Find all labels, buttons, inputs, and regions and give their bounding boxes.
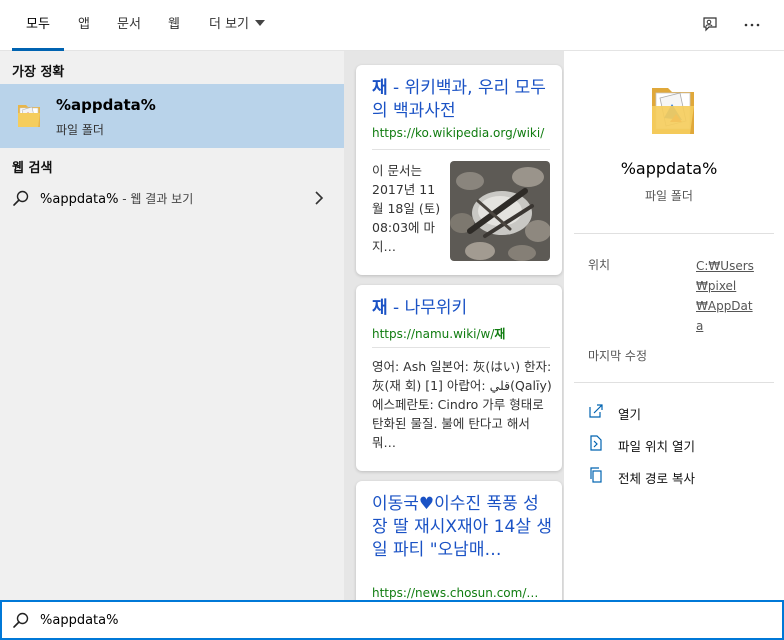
result-title-rest: - 위키백과, 우리 모두의 백과사전: [372, 78, 546, 121]
result-url-bold: 재: [494, 327, 506, 341]
result-title[interactable]: 재 - 나무위키: [372, 297, 552, 320]
search-icon: [12, 189, 30, 207]
tab-label: 앱: [78, 17, 90, 32]
modified-label: 마지막 수정: [588, 349, 648, 363]
results-list: 가장 정확 %appdata% 파일 폴더 웹 검색 %appdata% - 웹…: [0, 51, 344, 600]
folder-icon: [16, 99, 42, 129]
open-file-location-label: 파일 위치 열기: [618, 439, 695, 454]
result-url[interactable]: https://ko.wikipedia.org/wiki/: [372, 126, 550, 140]
open-icon: [588, 403, 604, 419]
more-options-icon[interactable]: [740, 13, 764, 37]
web-search-header: 웹 검색: [12, 161, 53, 176]
best-match-header: 가장 정확: [12, 65, 65, 80]
web-search-item[interactable]: %appdata% - 웹 결과 보기: [0, 184, 344, 212]
copy-icon: [588, 467, 604, 483]
web-search-text: %appdata% - 웹 결과 보기: [40, 190, 193, 207]
tab-all[interactable]: 모두: [12, 0, 64, 51]
detail-panel: %appdata% 파일 폴더 위치 C:₩Users₩pixel₩AppDat…: [564, 51, 784, 600]
divider: [574, 233, 774, 234]
open-action[interactable]: 열기: [588, 400, 768, 424]
result-title[interactable]: 이동국♥이수진 폭풍 성장 딸 재시X재아 14살 생일 파티 "오남매…: [372, 493, 554, 562]
search-box: [0, 600, 784, 640]
web-search-suffix: - 웹 결과 보기: [118, 192, 194, 206]
web-result-card[interactable]: 재 - 위키백과, 우리 모두의 백과사전 https://ko.wikiped…: [356, 65, 562, 275]
result-url[interactable]: https://namu.wiki/w/재: [372, 325, 550, 342]
copy-full-path-action[interactable]: 전체 경로 복사: [588, 464, 768, 488]
detail-subtitle: 파일 폴더: [645, 189, 693, 203]
open-file-location-action[interactable]: 파일 위치 열기: [588, 432, 768, 456]
tab-apps[interactable]: 앱: [70, 0, 98, 51]
location-link[interactable]: C:₩Users₩pixel₩AppData: [696, 256, 756, 336]
open-action-label: 열기: [618, 407, 642, 422]
tab-label: 더 보기: [208, 17, 249, 32]
result-url[interactable]: https://news.chosun.com/…: [372, 586, 550, 600]
best-match-title: %appdata%: [56, 96, 156, 114]
folder-icon: [648, 78, 698, 138]
result-url-prefix: https://namu.wiki/w/: [372, 327, 495, 341]
tab-more[interactable]: 더 보기: [200, 0, 274, 51]
search-icon: [12, 611, 30, 629]
copy-full-path-label: 전체 경로 복사: [618, 471, 695, 486]
result-snippet: 영어: Ash 일본어: 灰(はい) 한자: 灰(재 회) [1] 아랍어: ق…: [372, 359, 552, 450]
web-preview-column: 재 - 위키백과, 우리 모두의 백과사전 https://ko.wikiped…: [344, 51, 564, 600]
file-location-icon: [588, 435, 604, 451]
web-search-query: %appdata%: [40, 192, 119, 207]
tab-label: 모두: [26, 17, 50, 32]
result-title-rest: - 나무위키: [387, 298, 468, 318]
chevron-right-icon: [313, 190, 325, 205]
tab-documents[interactable]: 문서: [110, 0, 148, 51]
result-thumbnail: [450, 161, 550, 261]
web-result-card[interactable]: 재 - 나무위키 https://namu.wiki/w/재 영어: Ash 일…: [356, 285, 562, 471]
divider: [372, 347, 550, 348]
detail-title: %appdata%: [620, 159, 718, 178]
result-snippet: 이 문서는 2017년 11월 18일 (토) 08:03에 마지…: [372, 163, 441, 254]
best-match-subtitle: 파일 폴더: [56, 123, 104, 137]
result-title-bold: 재: [372, 78, 388, 98]
tab-web[interactable]: 웹: [160, 0, 188, 51]
best-match-item[interactable]: %appdata% 파일 폴더: [0, 84, 344, 148]
result-title[interactable]: 재 - 위키백과, 우리 모두의 백과사전: [372, 77, 552, 123]
divider: [574, 382, 774, 383]
feedback-icon[interactable]: [698, 13, 722, 37]
tab-label: 웹: [168, 17, 180, 32]
caret-down-icon: [255, 20, 265, 26]
search-input[interactable]: [40, 608, 740, 632]
location-label: 위치: [588, 258, 611, 272]
search-scope-tabs: 모두 앱 문서 웹 더 보기: [0, 0, 784, 51]
tab-label: 문서: [117, 17, 141, 32]
divider: [372, 149, 550, 150]
result-title-bold: 재: [372, 298, 388, 318]
web-result-card[interactable]: 이동국♥이수진 폭풍 성장 딸 재시X재아 14살 생일 파티 "오남매… ht…: [356, 481, 562, 600]
